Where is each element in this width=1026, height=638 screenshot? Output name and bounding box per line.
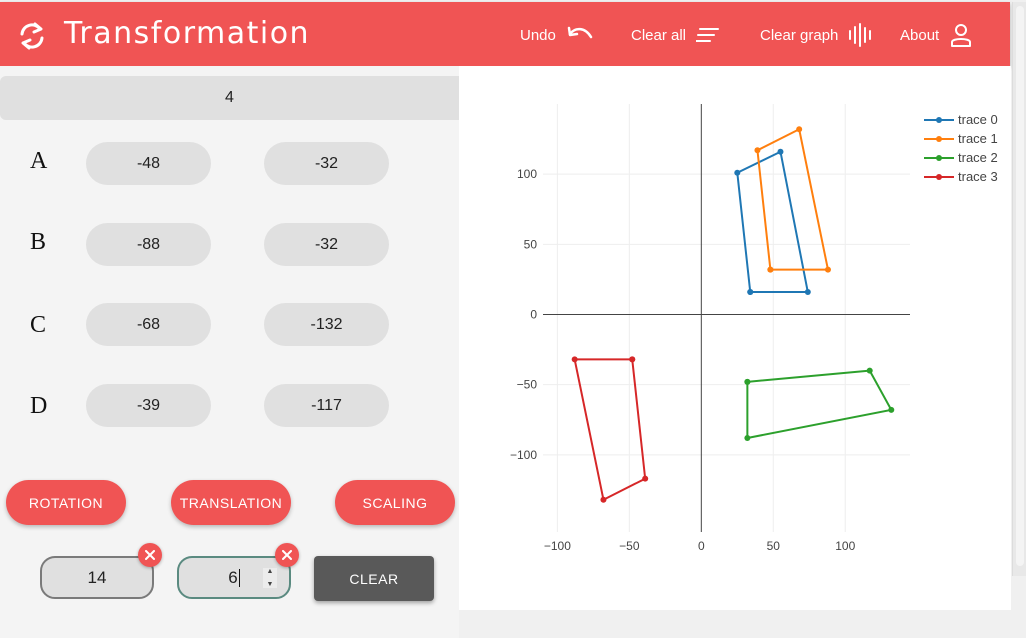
point-b-x-field[interactable]: -88: [86, 223, 211, 266]
point-d-y-field[interactable]: -117: [264, 384, 389, 427]
series-line-trace-3[interactable]: [573, 358, 647, 501]
point-c-x-field[interactable]: -68: [86, 303, 211, 346]
data-point-trace-3[interactable]: [600, 496, 607, 503]
clear-button[interactable]: CLEAR: [314, 556, 434, 601]
data-point-trace-2[interactable]: [744, 434, 751, 441]
user-icon: [951, 24, 972, 47]
legend-label-trace-2[interactable]: trace 2: [958, 150, 998, 165]
clear-second-parameter-button[interactable]: [275, 543, 299, 567]
clear-all-label: Clear all: [631, 26, 687, 44]
point-a-y-value: -32: [314, 154, 339, 172]
x-tick-label: −50: [619, 539, 640, 553]
data-point-trace-3[interactable]: [642, 475, 649, 482]
close-icon: [145, 550, 155, 560]
clear-label: CLEAR: [349, 570, 399, 587]
rotation-button[interactable]: ROTATION: [6, 480, 126, 525]
spinner-up-icon[interactable]: ▲: [267, 568, 274, 575]
clear-graph-label: Clear graph: [760, 26, 839, 44]
number-spinner[interactable]: ▲ ▼: [263, 568, 277, 588]
point-b-y-value: -32: [314, 235, 339, 253]
about-button[interactable]: About: [900, 20, 973, 50]
first-parameter-value: 14: [87, 567, 107, 587]
point-d-y-value: -117: [311, 396, 342, 414]
transformation-chart[interactable]: −100 −50 0 50 100 −100 −50 0 50 100 trace 0 trace 1…: [459, 66, 1011, 610]
refresh-icon: [20, 22, 44, 50]
series-line-trace-1[interactable]: [756, 128, 829, 271]
y-tick-label: 50: [524, 237, 538, 251]
legend-marker-trace-2: [936, 155, 942, 161]
x-tick-label: 100: [835, 539, 855, 553]
point-c-y-field[interactable]: -132: [264, 303, 389, 346]
data-point-trace-2[interactable]: [866, 367, 873, 374]
clear-all-icon: [696, 28, 720, 42]
scrollbar-thumb[interactable]: [1016, 6, 1024, 566]
data-point-trace-0[interactable]: [804, 289, 811, 296]
page-scrollbar[interactable]: [1012, 2, 1026, 576]
clear-first-parameter-button[interactable]: [138, 543, 162, 567]
point-c-x-value: -68: [136, 315, 161, 333]
data-point-trace-2[interactable]: [888, 406, 895, 413]
data-point-trace-1[interactable]: [824, 266, 831, 273]
point-d-label: D: [30, 393, 48, 419]
undo-button[interactable]: Undo: [520, 20, 594, 50]
point-d-x-value: -39: [136, 396, 161, 414]
x-tick-label: 0: [698, 539, 705, 553]
y-tick-label: −50: [517, 378, 538, 392]
data-point-trace-1[interactable]: [796, 126, 803, 133]
point-b-label: B: [30, 229, 47, 255]
point-b-y-field[interactable]: -32: [264, 223, 389, 266]
data-point-trace-3[interactable]: [571, 356, 578, 363]
point-c-y-value: -132: [310, 315, 343, 333]
clear-graph-button[interactable]: Clear graph: [760, 20, 874, 50]
y-tick-label: 100: [517, 167, 537, 181]
waveform-icon: [849, 23, 872, 47]
point-c-label: C: [30, 312, 47, 338]
legend-label-trace-1[interactable]: trace 1: [958, 131, 998, 146]
point-a-label: A: [30, 148, 48, 174]
second-parameter-value: 6: [228, 567, 238, 587]
rotation-label: ROTATION: [28, 494, 104, 511]
point-d-x-field[interactable]: -39: [86, 384, 211, 427]
data-point-trace-1[interactable]: [767, 266, 774, 273]
spinner-down-icon[interactable]: ▼: [267, 581, 274, 588]
clear-all-button[interactable]: Clear all: [631, 20, 720, 50]
point-a-x-value: -48: [136, 154, 161, 172]
translation-button[interactable]: TRANSLATION: [171, 480, 291, 525]
data-point-trace-0[interactable]: [734, 169, 741, 176]
data-point-trace-2[interactable]: [744, 378, 751, 385]
point-b-x-value: -88: [136, 235, 161, 253]
data-point-trace-0[interactable]: [777, 148, 784, 155]
data-point-trace-1[interactable]: [754, 147, 761, 154]
vertex-count-field[interactable]: 4: [0, 76, 459, 120]
translation-label: TRANSLATION: [179, 494, 283, 511]
vertex-count-value: 4: [225, 89, 234, 106]
close-icon: [282, 550, 292, 560]
point-a-x-field[interactable]: -48: [86, 142, 211, 185]
x-tick-label: −100: [544, 539, 571, 553]
series-line-trace-2[interactable]: [746, 369, 893, 439]
y-tick-label: 0: [530, 307, 537, 321]
text-caret: [238, 568, 240, 587]
first-parameter-input[interactable]: 14: [40, 556, 154, 599]
app-title: Transformation: [64, 16, 311, 51]
input-panel: [0, 66, 459, 638]
data-point-trace-3[interactable]: [629, 356, 636, 363]
legend-label-trace-0[interactable]: trace 0: [958, 112, 998, 127]
data-point-trace-0[interactable]: [747, 289, 754, 296]
undo-label: Undo: [520, 26, 556, 44]
second-parameter-input[interactable]: 6 ▲ ▼: [177, 556, 291, 599]
legend-marker-trace-1: [936, 136, 942, 142]
scaling-button[interactable]: SCALING: [335, 480, 455, 525]
undo-icon: [567, 26, 593, 39]
x-tick-label: 50: [767, 539, 781, 553]
legend-marker-trace-3: [936, 174, 942, 180]
legend-marker-trace-0: [936, 117, 942, 123]
legend-label-trace-3[interactable]: trace 3: [958, 169, 998, 184]
graph-panel: −100 −50 0 50 100 −100 −50 0 50 100 trace 0 trace 1…: [459, 66, 1011, 610]
app-header: Transformation Undo Clear all Clear grap…: [0, 2, 1010, 66]
y-tick-label: −100: [510, 448, 537, 462]
scaling-label: SCALING: [362, 494, 428, 511]
point-a-y-field[interactable]: -32: [264, 142, 389, 185]
about-label: About: [900, 26, 940, 44]
